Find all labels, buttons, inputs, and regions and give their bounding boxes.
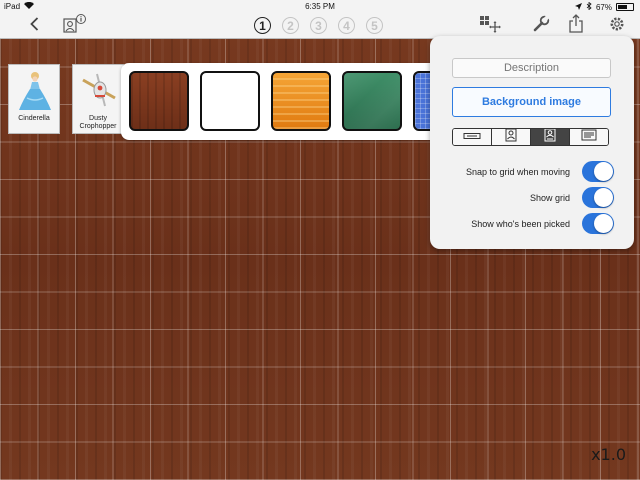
person-card-icon (505, 129, 517, 145)
background-image-button[interactable]: Background image (452, 87, 611, 117)
page-5-button[interactable]: 5 (366, 17, 383, 34)
gear-icon (608, 15, 626, 38)
display-mode-name-only[interactable] (453, 129, 492, 145)
background-swatch-green-chalkboard[interactable] (342, 71, 402, 131)
page-1-button[interactable]: 1 (254, 17, 271, 34)
snap-to-grid-toggle[interactable] (582, 161, 614, 182)
settings-popover: Background image Snap to grid when movin… (430, 36, 634, 249)
page-4-button[interactable]: 4 (338, 17, 355, 34)
snap-to-grid-label: Snap to grid when moving (465, 167, 570, 177)
background-swatch-dark-wood[interactable] (129, 71, 189, 131)
grid-move-icon (478, 14, 502, 39)
back-button[interactable] (26, 16, 42, 36)
display-mode-photo[interactable] (492, 129, 531, 145)
show-grid-label: Show grid (529, 193, 570, 203)
toggle-knob (594, 214, 613, 233)
chevron-left-icon (29, 16, 39, 36)
background-swatch-white[interactable] (200, 71, 260, 131)
dusty-crophopper-photo (77, 68, 121, 112)
person-card-cinderella[interactable]: Cinderella (8, 64, 60, 134)
battery-percent: 67% (595, 2, 612, 12)
battery-icon (616, 3, 634, 11)
cinderella-photo (13, 68, 57, 112)
show-picked-label: Show who's been picked (471, 219, 570, 229)
show-picked-row: Show who's been picked (430, 213, 614, 235)
battery-level-fill (618, 5, 627, 9)
settings-button[interactable] (606, 16, 628, 36)
tools-button[interactable] (530, 14, 552, 38)
toggle-knob (594, 188, 613, 207)
show-grid-toggle[interactable] (582, 187, 614, 208)
person-card-dusty-crophopper[interactable]: Dusty Crophopper (72, 64, 124, 134)
snap-to-grid-row: Snap to grid when moving (430, 161, 614, 183)
grid-move-button[interactable] (477, 14, 503, 39)
share-icon (568, 13, 584, 39)
status-bar: iPad 6:35 PM 67% (0, 0, 640, 14)
status-time: 6:35 PM (305, 2, 335, 11)
description-input[interactable] (452, 58, 611, 78)
toggle-knob (594, 162, 613, 181)
details-list-icon (581, 129, 597, 145)
display-mode-control (452, 128, 609, 146)
share-button[interactable] (566, 13, 586, 39)
person-name-card-icon (544, 129, 556, 145)
name-tag-icon (463, 129, 481, 145)
show-grid-row: Show grid (430, 187, 614, 209)
display-mode-details[interactable] (570, 129, 608, 145)
zoom-level: x1.0 (591, 445, 626, 464)
wrench-icon (532, 14, 550, 38)
person-name: Dusty Crophopper (79, 115, 117, 130)
location-icon (574, 2, 582, 12)
person-card-info-icon (62, 13, 90, 39)
background-picker (121, 63, 446, 140)
person-name: Cinderella (18, 115, 50, 122)
page-3-button[interactable]: 3 (310, 17, 327, 34)
bluetooth-icon (586, 1, 592, 12)
page-2-button[interactable]: 2 (282, 17, 299, 34)
display-mode-photo-name[interactable] (531, 129, 570, 145)
show-picked-toggle[interactable] (582, 213, 614, 234)
info-button[interactable] (62, 13, 90, 39)
background-swatch-light-wood[interactable] (271, 71, 331, 131)
